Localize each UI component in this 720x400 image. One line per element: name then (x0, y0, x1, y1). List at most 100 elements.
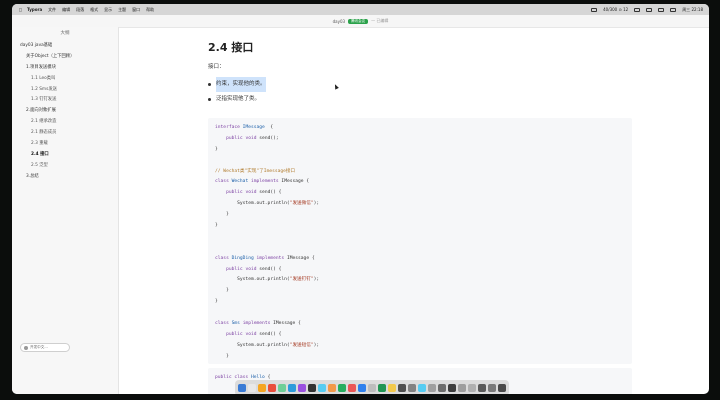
menu-theme[interactable]: 主题 (118, 7, 126, 13)
code-line: } (215, 146, 218, 152)
code-line: class Wechat implements IMessage { (215, 179, 310, 185)
menu-paragraph[interactable]: 段落 (76, 7, 84, 13)
code-line: public void send() { (226, 331, 282, 337)
code-line: interface IMessage { (215, 125, 274, 130)
dock (235, 380, 509, 394)
menu-format[interactable]: 格式 (90, 7, 98, 13)
outline-item[interactable]: 3.总结 (12, 172, 118, 183)
edited-status: — 已编辑 (371, 18, 389, 23)
outline-item[interactable]: 2.1 继承改造 (12, 117, 118, 128)
menu-edit[interactable]: 编辑 (62, 7, 70, 13)
outline-item[interactable]: day03 java基础 (12, 41, 118, 52)
mouse-cursor-icon (333, 83, 339, 90)
dock-app-icon[interactable] (328, 384, 336, 392)
dock-app-icon[interactable] (398, 384, 406, 392)
menu-bar:  Typora 文件 编辑 段落 格式 显示 主题 窗口 帮助 40/300 … (12, 4, 709, 15)
dock-app-icon[interactable] (488, 384, 496, 392)
code-line: // Wechat类"实现"了Imessage接口 (215, 168, 296, 174)
outline-item[interactable]: 2.4 接口 (12, 150, 118, 161)
screen-record-icon[interactable] (591, 7, 598, 12)
clock[interactable]: 周三 22:18 (682, 7, 703, 13)
dock-app-icon[interactable] (468, 384, 476, 392)
dock-app-icon[interactable] (428, 384, 436, 392)
dock-app-icon[interactable] (418, 384, 426, 392)
outline-sidebar: 大纲 day03 java基础 关于Object（上下回顾） 1.项目发送模块 1.1… (12, 27, 119, 394)
dock-app-icon[interactable] (318, 384, 326, 392)
outline-list: day03 java基础 关于Object（上下回顾） 1.项目发送模块 1.1 Le… (12, 41, 118, 183)
code-line: class Sms implements IMessage { (215, 321, 301, 327)
status-text: 40/300 ⊙ 12 (603, 7, 629, 12)
list-item-text: 泛指实现他了类。 (216, 96, 261, 102)
dock-app-icon[interactable] (248, 384, 256, 392)
apple-icon[interactable]:  (18, 7, 23, 12)
dock-app-icon[interactable] (408, 384, 416, 392)
dock-app-icon[interactable] (358, 384, 366, 392)
intro-paragraph: 接口： (208, 64, 225, 70)
battery-icon[interactable] (634, 7, 641, 12)
list-item: 泛指实现他了类。 (208, 92, 266, 107)
code-line: } (215, 363, 625, 364)
dock-app-icon[interactable] (278, 384, 286, 392)
meeting-badge[interactable]: 腾讯会议 (348, 18, 369, 24)
bullet-list: 约束，实现他的类。 泛指实现他了类。 (208, 77, 266, 107)
code-line: } (215, 288, 229, 294)
chat-icon (24, 345, 28, 350)
list-item: 约束，实现他的类。 (208, 77, 266, 92)
menu-window[interactable]: 窗口 (132, 7, 140, 13)
dock-app-icon[interactable] (368, 384, 376, 392)
menu-file[interactable]: 文件 (48, 7, 56, 13)
dock-app-icon[interactable] (478, 384, 486, 392)
dock-app-icon[interactable] (438, 384, 446, 392)
dock-app-icon[interactable] (268, 384, 276, 392)
sidebar-action-button[interactable]: 开发中文... (20, 343, 70, 352)
wifi-icon[interactable] (646, 7, 653, 12)
dock-app-icon[interactable] (388, 384, 396, 392)
outline-item[interactable]: 2.5 泛型 (12, 161, 118, 172)
code-line: public void send(); (226, 135, 279, 141)
status-area: 40/300 ⊙ 12 周三 22:18 (591, 4, 703, 15)
outline-item[interactable]: 2.3 重载 (12, 139, 118, 150)
bullet-icon (208, 83, 211, 86)
code-line: System.out.println("发送短信"); (215, 342, 320, 348)
dock-app-icon[interactable] (378, 384, 386, 392)
search-icon[interactable] (658, 7, 665, 12)
dock-app-icon[interactable] (338, 384, 346, 392)
outline-item[interactable]: 关于Object（上下回顾） (12, 52, 118, 63)
dock-app-icon[interactable] (448, 384, 456, 392)
dock-app-icon[interactable] (458, 384, 466, 392)
dock-app-icon[interactable] (238, 384, 246, 392)
control-center-icon[interactable] (670, 7, 677, 12)
dock-app-icon[interactable] (498, 384, 506, 392)
code-line: public void send() { (226, 266, 282, 272)
dock-app-icon[interactable] (298, 384, 306, 392)
dock-app-icon[interactable] (258, 384, 266, 392)
bullet-icon (208, 98, 211, 101)
selected-text[interactable]: 约束，实现他的类。 (216, 77, 266, 92)
sidebar-title: 大纲 (60, 31, 70, 36)
menu-help[interactable]: 帮助 (146, 7, 154, 13)
outline-item[interactable]: 1.2 Sms发送 (12, 85, 118, 96)
outline-item[interactable]: 2.1 静态成员 (12, 128, 118, 139)
outline-item[interactable]: 1.项目发送模块 (12, 63, 118, 74)
screen:  Typora 文件 编辑 段落 格式 显示 主题 窗口 帮助 40/300 … (12, 4, 709, 394)
document-name: day03 (332, 18, 346, 24)
code-line: } (215, 353, 229, 359)
code-line: public void send() { (226, 190, 282, 196)
sidebar-action-label: 开发中文... (30, 345, 48, 349)
dock-app-icon[interactable] (348, 384, 356, 392)
dock-app-icon[interactable] (288, 384, 296, 392)
dock-app-icon[interactable] (308, 384, 316, 392)
section-heading: 2.4 接口 (208, 41, 254, 54)
menu-view[interactable]: 显示 (104, 7, 112, 13)
code-line: } (215, 212, 229, 218)
code-block[interactable]: interface IMessage { public void send();… (208, 118, 632, 364)
code-line: System.out.println("发送钉钉"); (215, 277, 320, 283)
editor-area[interactable]: 2.4 接口 接口： 约束，实现他的类。 泛指实现他了类。 interface … (118, 27, 709, 394)
outline-item[interactable]: 1.1 Leo类叫 (12, 74, 118, 85)
outline-item[interactable]: 2.面向对象扩展 (12, 106, 118, 117)
app-name-menu[interactable]: Typora (27, 7, 42, 12)
outline-item[interactable]: 1.3 钉钉发送 (12, 95, 118, 106)
